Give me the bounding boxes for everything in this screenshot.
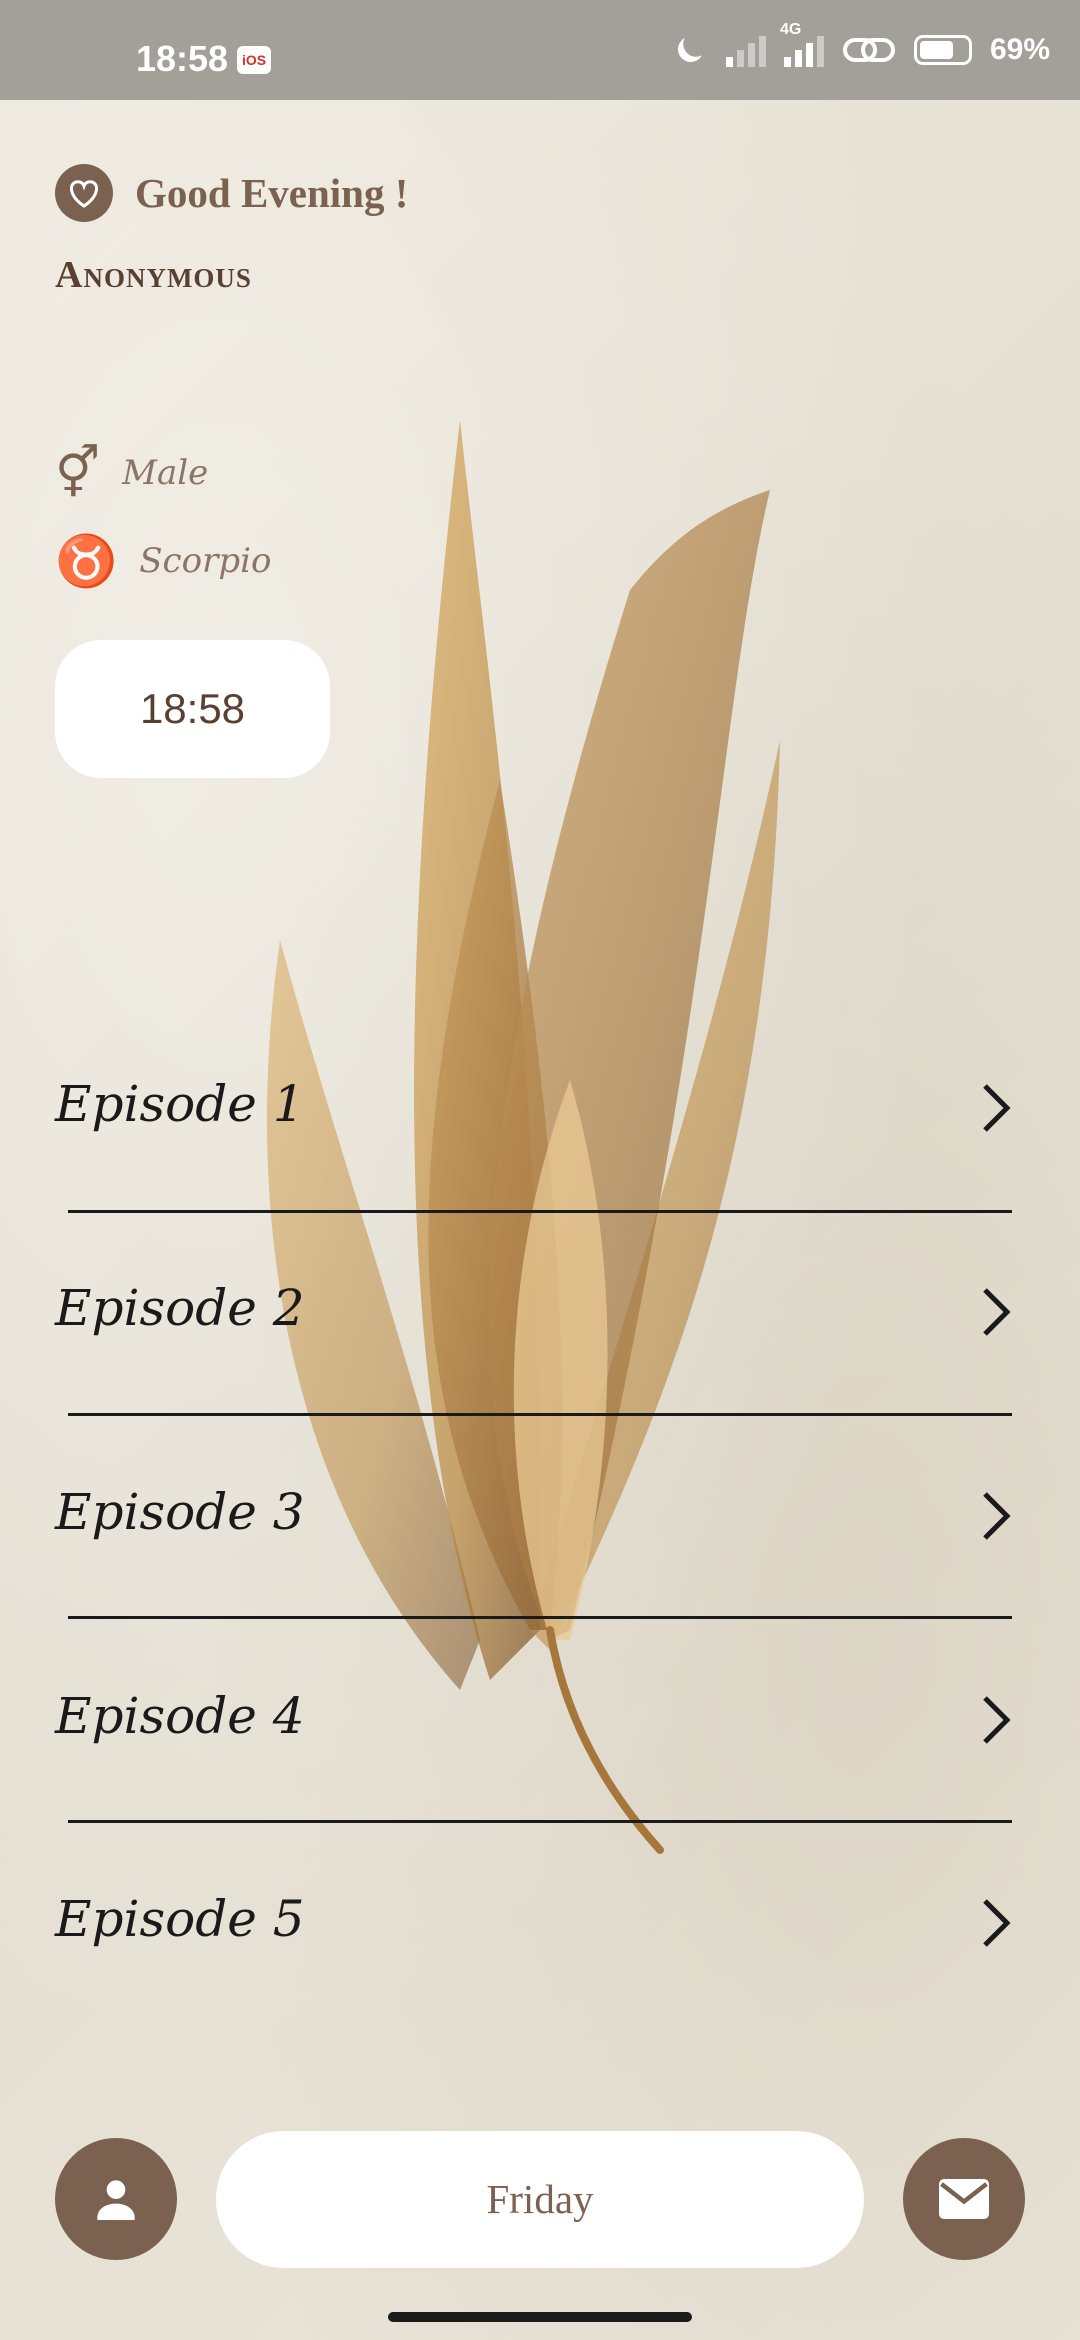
signal-icon-1 — [725, 33, 766, 67]
chevron-right-icon — [983, 1696, 1011, 1744]
mail-icon — [939, 2179, 989, 2219]
status-icons: 4G 69% — [672, 21, 1050, 68]
episode-label: Episode 5 — [55, 1890, 305, 1948]
signal-icon-2: 4G — [780, 21, 824, 67]
home-indicator[interactable] — [388, 2312, 692, 2322]
chevron-right-icon — [983, 1288, 1011, 1336]
network-label: 4G — [779, 21, 802, 38]
battery-icon — [913, 35, 972, 65]
taurus-icon: ♉ — [55, 532, 118, 590]
heart-icon — [55, 164, 113, 222]
zodiac-row: ♉ Scorpio — [55, 536, 271, 586]
episode-label: Episode 4 — [55, 1687, 305, 1745]
clock-display: 18:58 — [55, 640, 330, 778]
divider — [68, 1616, 1012, 1619]
person-icon — [97, 2180, 135, 2220]
episode-item-3[interactable]: Episode 3 — [0, 1458, 1080, 1578]
episode-item-1[interactable]: Episode 1 — [0, 1050, 1080, 1170]
battery-percent: 69% — [989, 33, 1050, 66]
status-bar: 18:58 iOS 4G 69% — [0, 0, 1080, 100]
episode-item-4[interactable]: Episode 4 — [0, 1662, 1080, 1782]
divider — [68, 1210, 1012, 1213]
day-button[interactable]: Friday — [216, 2131, 864, 2268]
gender-label: Male — [122, 453, 209, 493]
username: Anonymous — [55, 254, 252, 296]
gender-row: ⚥ Male — [55, 448, 208, 498]
chevron-right-icon — [983, 1492, 1011, 1540]
episode-label: Episode 2 — [55, 1279, 305, 1337]
link-icon — [842, 38, 895, 62]
episode-label: Episode 1 — [55, 1075, 305, 1133]
greeting-text: Good Evening ! — [135, 170, 409, 216]
gender-icon: ⚥ — [55, 444, 101, 502]
mail-button[interactable] — [903, 2138, 1025, 2260]
chevron-right-icon — [983, 1084, 1011, 1132]
chevron-right-icon — [983, 1899, 1011, 1947]
zodiac-label: Scorpio — [139, 541, 272, 581]
divider — [68, 1820, 1012, 1823]
ios-badge: iOS — [237, 46, 271, 74]
episode-label: Episode 3 — [55, 1483, 305, 1541]
profile-button[interactable] — [55, 2138, 177, 2260]
status-time: 18:58 — [136, 38, 229, 79]
divider — [68, 1413, 1012, 1416]
episode-item-5[interactable]: Episode 5 — [0, 1865, 1080, 1985]
episode-item-2[interactable]: Episode 2 — [0, 1254, 1080, 1374]
moon-icon — [677, 38, 702, 62]
